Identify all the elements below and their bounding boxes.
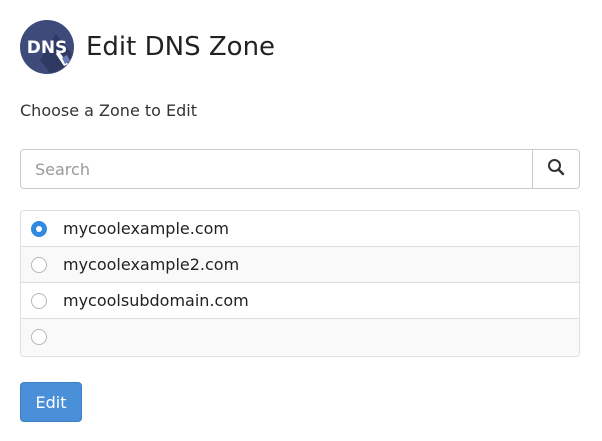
dns-icon: DNS [20, 20, 74, 74]
zone-label: mycoolexample.com [63, 219, 229, 238]
zone-row[interactable]: mycoolexample.com [21, 211, 579, 247]
zone-radio[interactable] [31, 256, 47, 273]
zone-label: mycoolexample2.com [63, 255, 240, 274]
zone-row[interactable]: mycoolsubdomain.com [21, 283, 579, 319]
zone-radio-selected[interactable] [31, 220, 47, 237]
search-input[interactable] [21, 150, 532, 188]
choose-zone-label: Choose a Zone to Edit [20, 101, 197, 120]
page-header: DNS Edit DNS Zone [20, 18, 275, 76]
page-title: Edit DNS Zone [86, 32, 276, 62]
zone-row[interactable] [21, 319, 579, 355]
search-button[interactable] [532, 150, 579, 188]
zone-label: mycoolsubdomain.com [63, 291, 249, 310]
search-box [20, 149, 580, 189]
zone-radio[interactable] [31, 329, 47, 345]
zone-radio[interactable] [31, 292, 47, 309]
edit-button[interactable]: Edit [20, 382, 82, 422]
zone-row[interactable]: mycoolexample2.com [21, 247, 579, 283]
search-icon [547, 158, 565, 181]
zone-list: mycoolexample.com mycoolexample2.com myc… [20, 210, 580, 357]
